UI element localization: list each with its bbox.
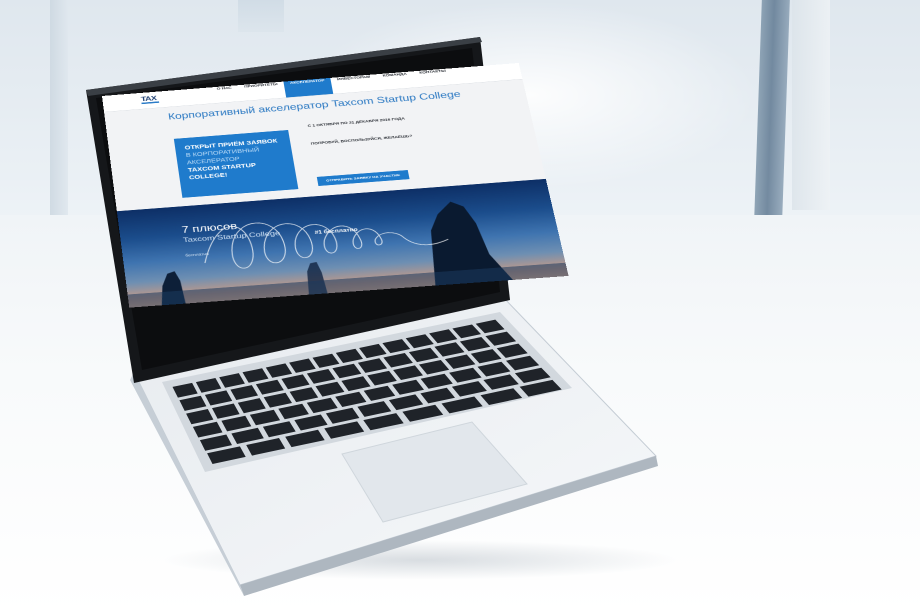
site-logo[interactable]: TAX <box>138 94 160 105</box>
nav-about[interactable]: О нас <box>210 85 240 103</box>
nav-priorities[interactable]: Приоритеты <box>238 82 287 102</box>
logo-bar <box>141 101 160 105</box>
nav-investors[interactable]: Инвесторам <box>330 74 379 94</box>
nav-team[interactable]: Команда <box>376 71 416 90</box>
applications-open-box: Открыт приём заявок в корпоративный аксе… <box>173 129 299 198</box>
nav-contacts[interactable]: Контакты <box>413 68 456 87</box>
window-frame <box>238 0 284 32</box>
apply-button[interactable]: Отправить заявку на участие <box>316 170 410 187</box>
window-frame <box>792 0 830 210</box>
screen-website: TAX О нас Приоритеты Акселератор Инвесто… <box>102 62 569 308</box>
laptop-shadow <box>160 540 680 580</box>
program-info: С 1 ОКТЯБРЯ ПО 31 ДЕКАБРЯ 2016 ГОДА ПОПР… <box>307 110 490 159</box>
nav-accelerator[interactable]: Акселератор <box>283 77 334 98</box>
